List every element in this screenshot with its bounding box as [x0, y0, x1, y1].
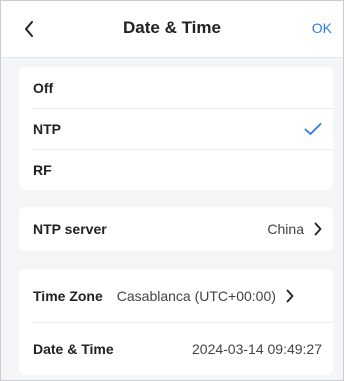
top-bar: Date & Time OK — [0, 0, 344, 58]
mode-option-ntp[interactable]: NTP — [19, 108, 333, 149]
chevron-right-icon — [286, 289, 294, 303]
mode-option-label: RF — [33, 161, 52, 178]
date-time-row[interactable]: Date & Time 2024-03-14 09:49:27 — [19, 322, 333, 375]
date-time-label: Date & Time — [33, 340, 114, 357]
ntp-server-value: China — [267, 221, 304, 237]
time-zone-label: Time Zone — [33, 287, 103, 304]
sync-mode-card: Off NTP RF — [19, 67, 333, 190]
mode-option-rf[interactable]: RF — [19, 149, 333, 190]
ntp-server-row[interactable]: NTP server China — [19, 207, 333, 251]
date-time-value: 2024-03-14 09:49:27 — [192, 340, 322, 357]
time-zone-value: Casablanca (UTC+00:00) — [116, 287, 276, 304]
checkmark-icon — [304, 122, 322, 136]
chevron-right-icon — [314, 222, 322, 236]
time-zone-row[interactable]: Time Zone Casablanca (UTC+00:00) — [19, 269, 333, 322]
ntp-server-label: NTP server — [33, 221, 107, 237]
page-title: Date & Time — [123, 18, 221, 37]
mode-option-off[interactable]: Off — [19, 67, 333, 108]
mode-option-label: Off — [33, 79, 54, 96]
ok-button[interactable]: OK — [312, 20, 332, 36]
ntp-server-card: NTP server China — [19, 207, 333, 251]
time-zone-value-group: Casablanca (UTC+00:00) — [117, 288, 294, 304]
ntp-server-value-group: China — [267, 221, 322, 237]
time-card: Time Zone Casablanca (UTC+00:00) Date & … — [19, 269, 333, 375]
mode-option-label: NTP — [33, 120, 61, 137]
